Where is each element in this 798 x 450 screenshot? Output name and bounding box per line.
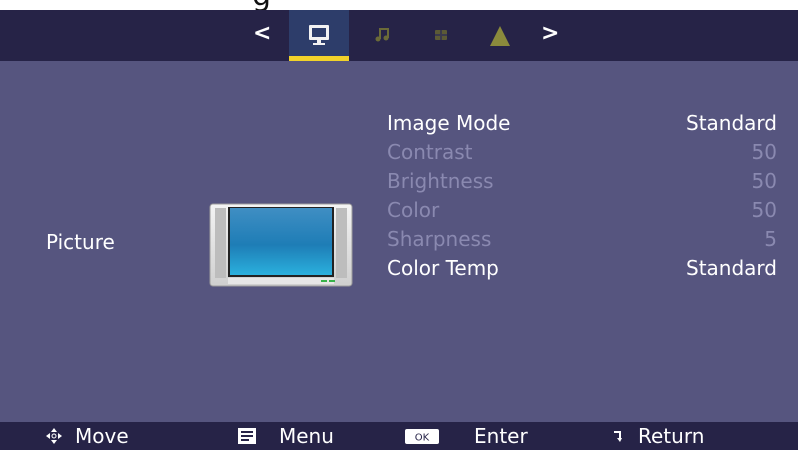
ok-key-text: OK <box>415 433 430 444</box>
setting-label: Sharpness <box>387 227 492 251</box>
channel-grid-icon <box>435 30 447 40</box>
setting-row-image-mode[interactable]: Image Mode Standard <box>387 111 777 140</box>
tab-channel[interactable] <box>421 10 461 61</box>
setting-value: Standard <box>686 256 777 280</box>
dpad-icon <box>46 428 62 444</box>
setting-label: Brightness <box>387 169 494 193</box>
hint-enter-label: Enter <box>474 424 528 448</box>
settings-panel: Picture Image Mode Standard Contrast 50 … <box>0 61 798 422</box>
tv-icon <box>209 203 353 287</box>
nav-prev-arrow[interactable]: < <box>253 22 271 46</box>
tab-sound[interactable] <box>364 10 404 61</box>
setting-label: Image Mode <box>387 111 511 135</box>
top-strip: g <box>0 0 798 10</box>
setting-label: Color <box>387 198 440 222</box>
setting-row-color-temp[interactable]: Color Temp Standard <box>387 256 777 285</box>
monitor-icon <box>309 25 329 45</box>
setting-row-contrast[interactable]: Contrast 50 <box>387 140 777 169</box>
setting-row-brightness[interactable]: Brightness 50 <box>387 169 777 198</box>
section-title: Picture <box>46 230 115 254</box>
menu-icon <box>238 428 256 444</box>
clipped-heading-fragment: g <box>252 0 271 10</box>
music-note-icon <box>375 28 389 42</box>
return-arrow-icon <box>614 431 622 442</box>
hint-move-label: Move <box>75 424 129 448</box>
setting-row-color[interactable]: Color 50 <box>387 198 777 227</box>
setting-label: Color Temp <box>387 256 499 280</box>
ok-key-icon: OK <box>405 429 439 444</box>
tab-lock[interactable] <box>478 10 518 61</box>
setting-value: 50 <box>751 140 777 164</box>
setting-value: 5 <box>764 227 777 251</box>
setting-label: Contrast <box>387 140 473 164</box>
setting-value: Standard <box>686 111 777 135</box>
lock-icon <box>490 26 510 46</box>
setting-row-sharpness[interactable]: Sharpness 5 <box>387 227 777 256</box>
osd-screen: g < <box>0 0 798 450</box>
tab-picture[interactable] <box>289 10 349 61</box>
hint-menu-label: Menu <box>279 424 334 448</box>
nav-bar: < > <box>0 10 798 61</box>
setting-value: 50 <box>751 198 777 222</box>
setting-value: 50 <box>751 169 777 193</box>
hint-return-label: Return <box>638 424 705 448</box>
nav-next-arrow[interactable]: > <box>541 22 559 46</box>
hint-bar: Move Menu OK Enter Return <box>0 422 798 450</box>
